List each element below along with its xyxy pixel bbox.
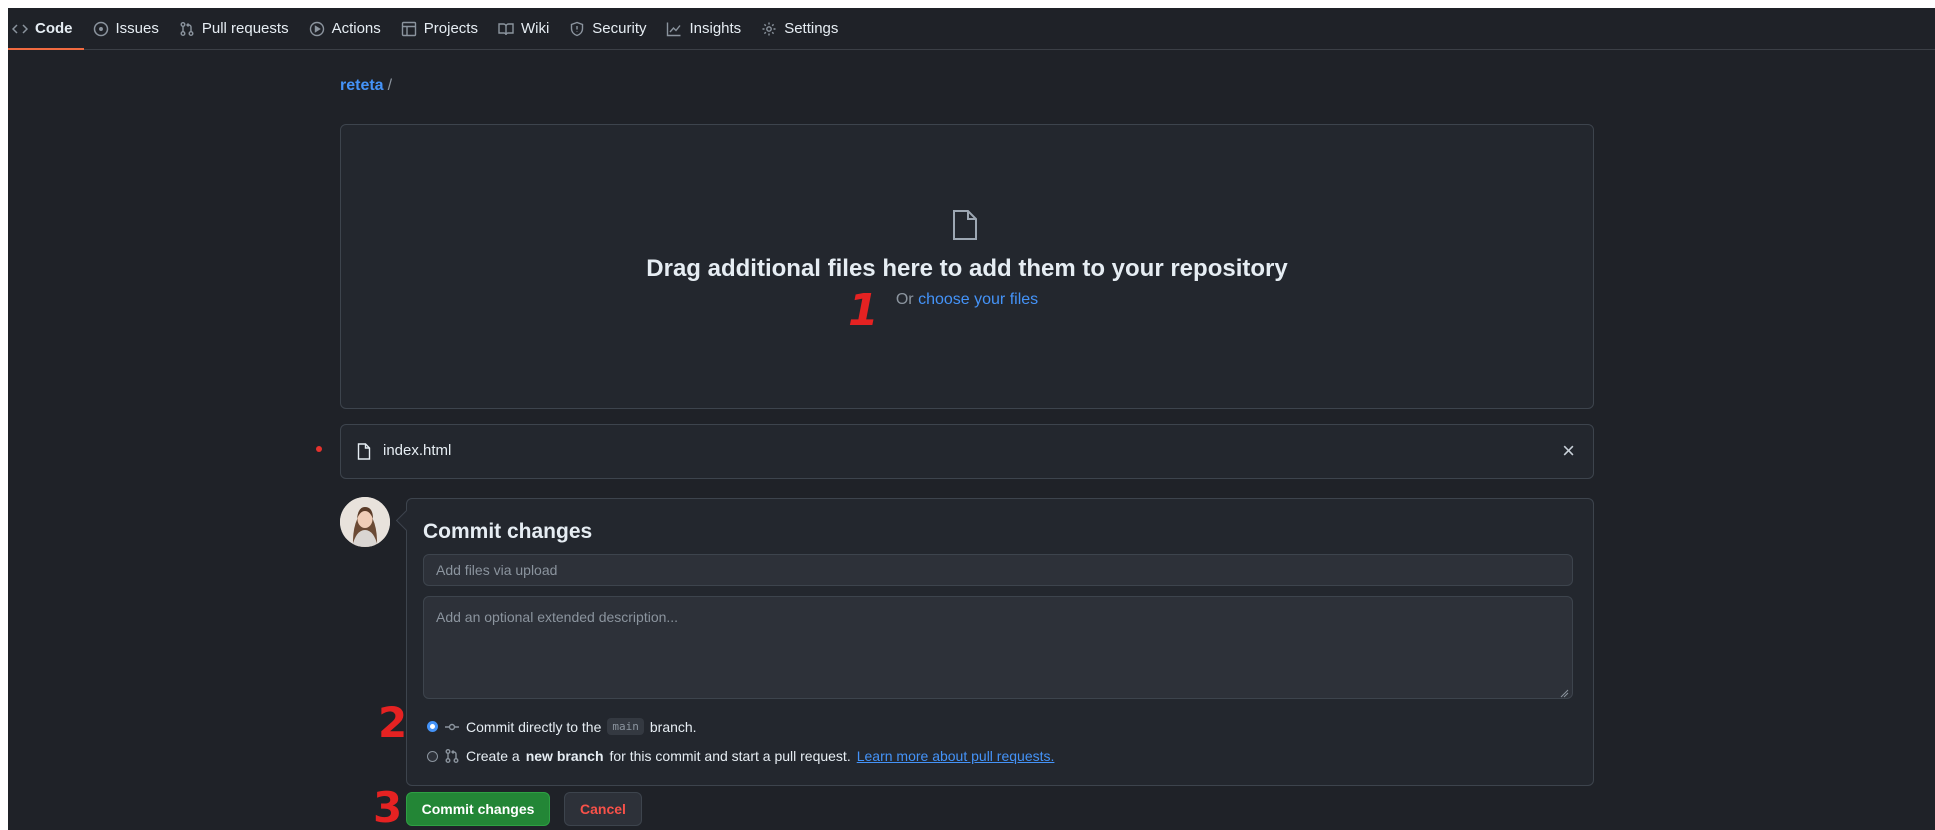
graph-icon <box>666 21 682 37</box>
commit-changes-button[interactable]: Commit changes <box>406 792 550 826</box>
annotation-step-1: 1 <box>848 285 879 336</box>
tab-actions-label: Actions <box>331 20 381 37</box>
commit-direct-suffix: branch. <box>649 718 697 735</box>
dropzone-subtitle: Or choose your files <box>341 291 1593 309</box>
shield-icon <box>569 21 585 37</box>
commit-description-input[interactable] <box>423 596 1573 699</box>
remove-file-button[interactable]: × <box>1562 438 1575 464</box>
dropzone-title: Drag additional files here to add them t… <box>646 255 1288 282</box>
git-pull-request-icon <box>179 21 195 37</box>
commit-form-title: Commit changes <box>423 520 593 543</box>
code-icon <box>12 21 28 37</box>
tab-pull-requests[interactable]: Pull requests <box>170 8 300 49</box>
annotation-step-2: 2 <box>378 698 408 747</box>
git-pull-request-icon <box>444 748 460 764</box>
file-dropzone[interactable]: Drag additional files here to add them t… <box>340 124 1594 409</box>
tab-pull-requests-label: Pull requests <box>201 20 289 37</box>
play-icon <box>309 21 325 37</box>
repo-nav: Code Issues Pull requests Actions Projec… <box>8 8 1935 50</box>
commit-direct-option[interactable]: Commit directly to the main branch. <box>427 718 697 735</box>
tab-actions[interactable]: Actions <box>300 8 392 49</box>
issue-opened-icon <box>93 21 109 37</box>
gear-icon <box>761 21 777 37</box>
file-icon <box>951 209 979 241</box>
resize-handle-icon[interactable] <box>1559 685 1569 698</box>
tab-projects[interactable]: Projects <box>392 8 489 49</box>
commit-direct-text: Commit directly to the <box>466 718 602 735</box>
tab-projects-label: Projects <box>423 20 478 37</box>
new-branch-bold: new branch <box>525 748 604 764</box>
new-branch-suffix: for this commit and start a pull request… <box>609 748 851 764</box>
breadcrumb: reteta / <box>340 77 392 95</box>
tab-code-label: Code <box>35 20 73 37</box>
avatar <box>340 497 390 547</box>
tab-settings[interactable]: Settings <box>752 8 849 49</box>
tab-settings-label: Settings <box>784 20 839 37</box>
breadcrumb-separator: / <box>387 77 393 94</box>
cancel-button[interactable]: Cancel <box>564 792 642 826</box>
tab-insights-label: Insights <box>689 20 742 37</box>
branch-name: main <box>607 718 644 735</box>
app-window: Code Issues Pull requests Actions Projec… <box>8 8 1935 830</box>
tab-insights[interactable]: Insights <box>657 8 752 49</box>
uploaded-file-row: index.html × <box>340 424 1594 479</box>
tab-security[interactable]: Security <box>560 8 657 49</box>
commit-direct-radio[interactable] <box>427 721 438 732</box>
learn-more-pull-requests-link[interactable]: Learn more about pull requests. <box>857 748 1055 764</box>
commit-summary-input[interactable] <box>423 554 1573 586</box>
annotation-dot <box>316 446 322 452</box>
git-commit-icon <box>444 719 460 735</box>
file-icon <box>357 443 371 460</box>
breadcrumb-repo-link[interactable]: reteta <box>340 77 384 94</box>
dropzone-or-text: Or <box>895 291 914 308</box>
annotation-step-3: 3 <box>373 783 403 830</box>
new-branch-option[interactable]: Create a new branch for this commit and … <box>427 748 1054 764</box>
table-icon <box>401 21 417 37</box>
commit-form: Commit changes Commit directly to the ma… <box>406 498 1594 786</box>
tab-issues-label: Issues <box>115 20 159 37</box>
tab-issues[interactable]: Issues <box>84 8 170 49</box>
file-name: index.html <box>383 442 452 459</box>
choose-files-link[interactable]: choose your files <box>918 291 1038 308</box>
tab-wiki[interactable]: Wiki <box>489 8 560 49</box>
tab-code[interactable]: Code <box>8 8 84 50</box>
new-branch-radio[interactable] <box>427 750 438 762</box>
tab-wiki-label: Wiki <box>520 20 550 37</box>
book-icon <box>498 21 514 37</box>
new-branch-text: Create a <box>466 748 520 764</box>
tab-security-label: Security <box>592 20 647 37</box>
